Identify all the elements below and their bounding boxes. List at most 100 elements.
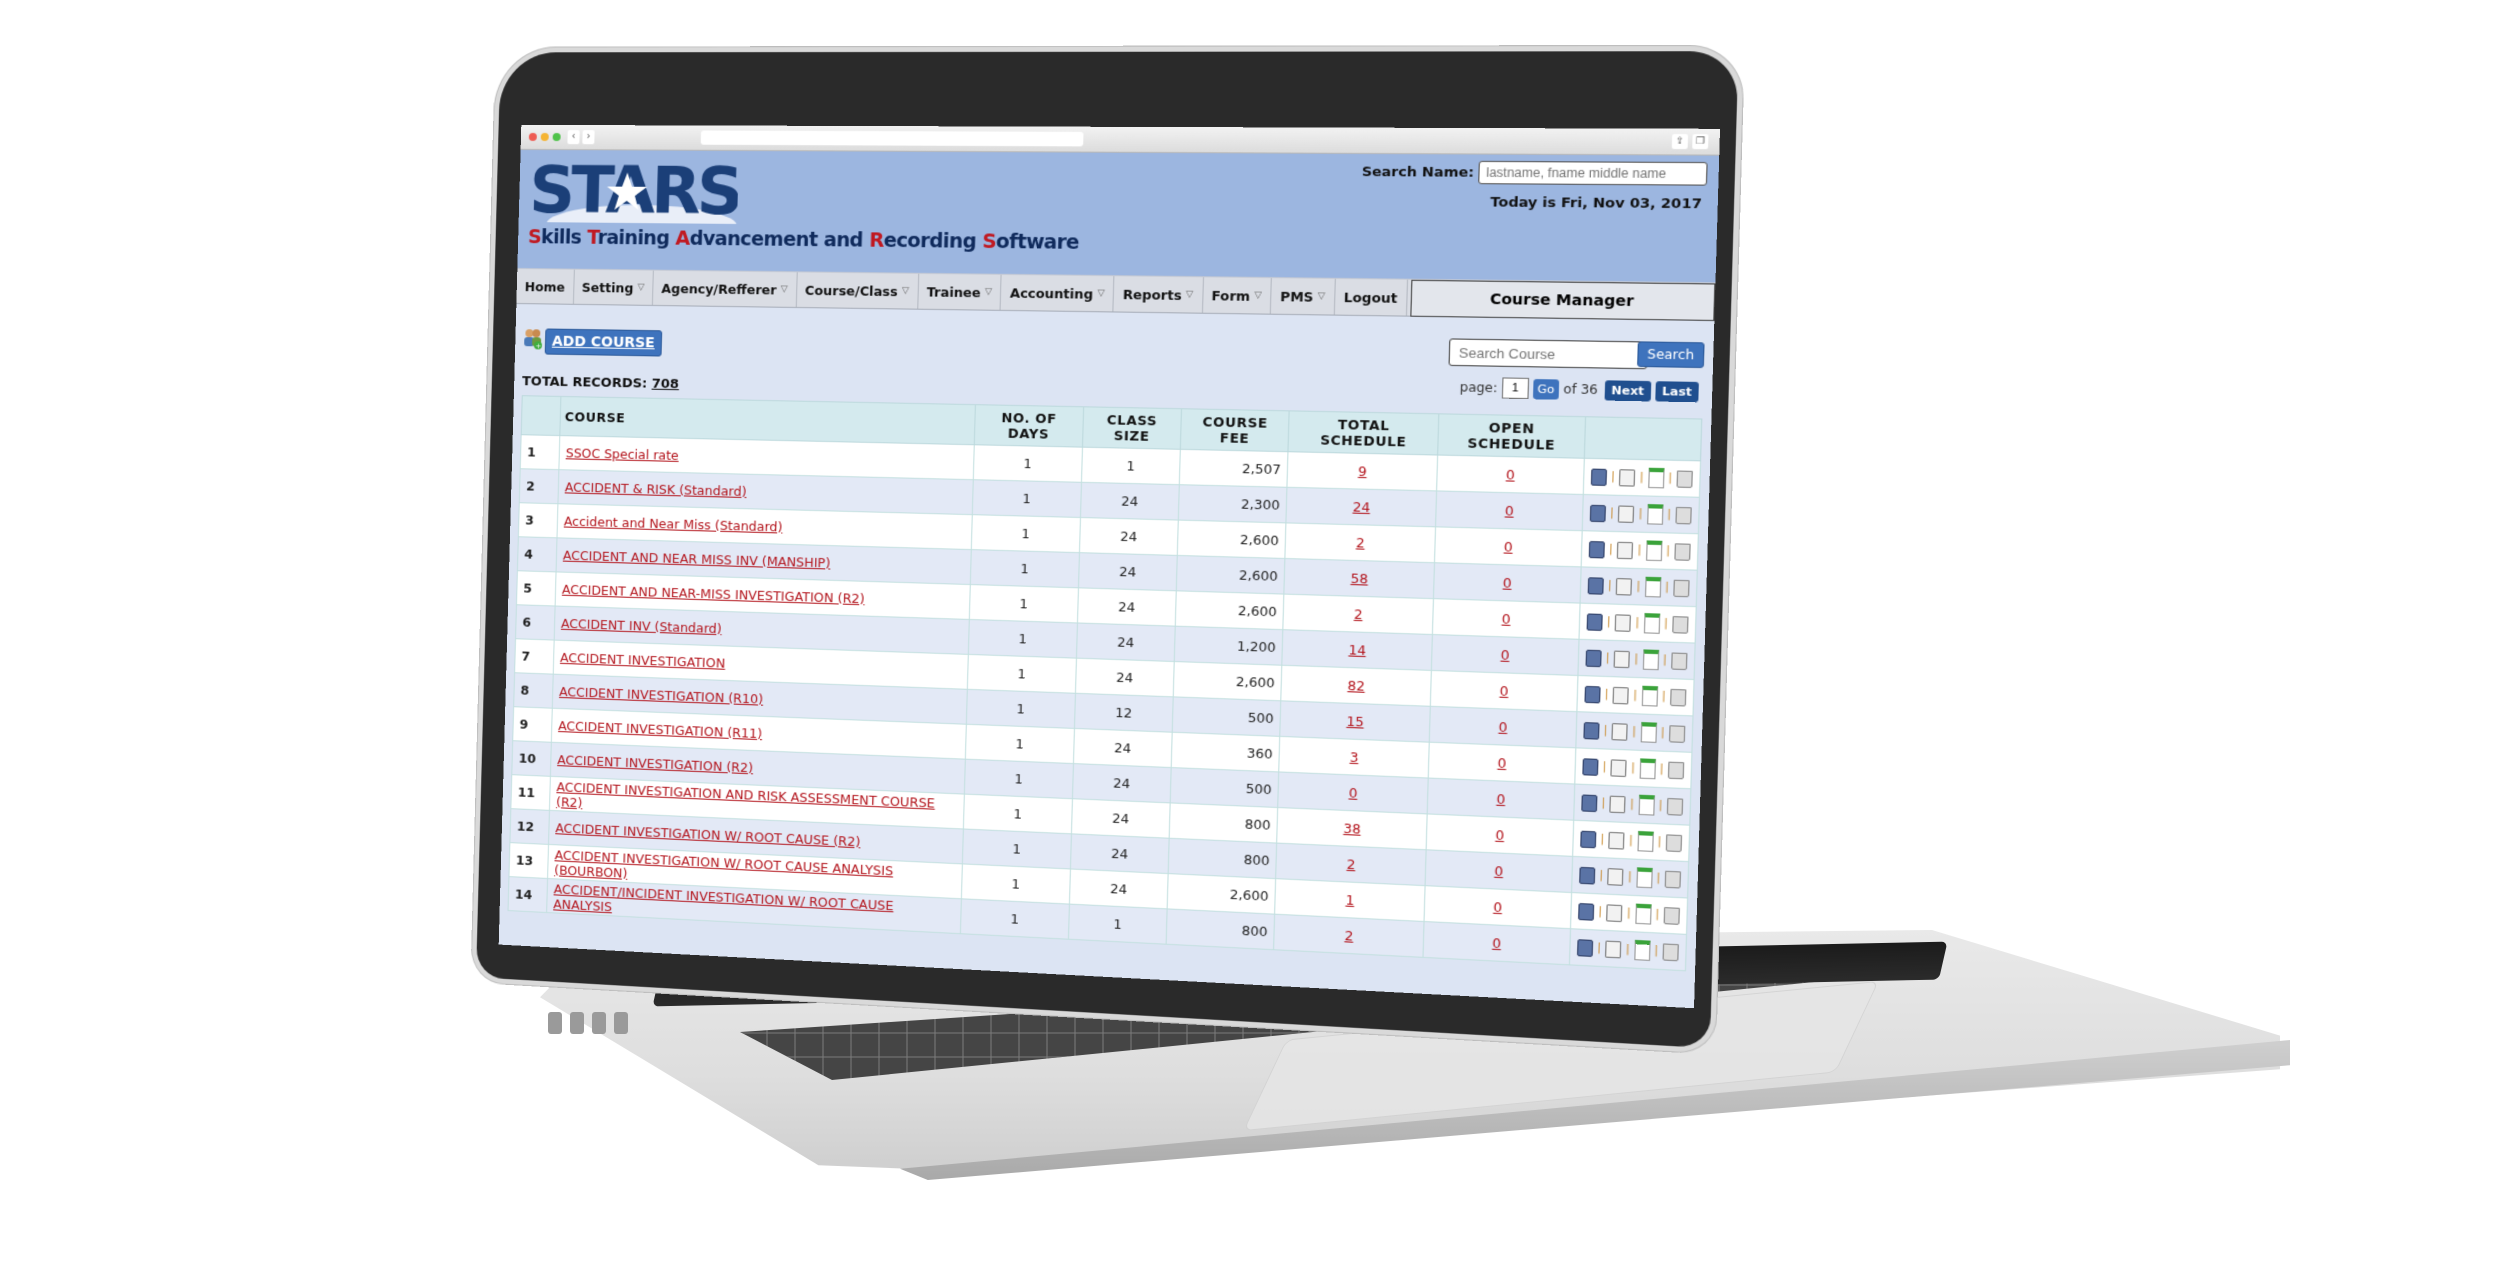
menu-item-trainee[interactable]: Trainee ▽ xyxy=(917,273,1003,310)
menu-item-agency-refferer[interactable]: Agency/Refferer ▽ xyxy=(652,270,798,307)
trash-icon[interactable] xyxy=(1670,688,1687,707)
print-icon[interactable] xyxy=(1611,722,1628,741)
menu-item-accounting[interactable]: Accounting ▽ xyxy=(1001,274,1115,312)
total-schedule-link[interactable]: 58 xyxy=(1350,570,1368,586)
open-schedule-link[interactable]: 0 xyxy=(1494,863,1503,879)
course-search-input[interactable] xyxy=(1448,338,1648,370)
page-number-input[interactable] xyxy=(1501,377,1529,400)
trash-icon[interactable] xyxy=(1663,906,1680,925)
schedule-icon[interactable] xyxy=(1640,722,1657,743)
share-icon[interactable]: ⇪ xyxy=(1671,134,1689,150)
edit-icon[interactable] xyxy=(1577,902,1595,921)
total-schedule-link[interactable]: 38 xyxy=(1343,820,1361,837)
course-link[interactable]: ACCIDENT AND NEAR MISS INV (MANSHIP) xyxy=(563,548,831,571)
total-schedule-link[interactable]: 2 xyxy=(1356,535,1365,551)
print-icon[interactable] xyxy=(1617,541,1634,559)
open-schedule-link[interactable]: 0 xyxy=(1506,467,1515,483)
col-days[interactable]: NO. OF DAYS xyxy=(974,404,1084,448)
trash-icon[interactable] xyxy=(1674,542,1691,561)
trash-icon[interactable] xyxy=(1676,469,1693,488)
trash-icon[interactable] xyxy=(1668,724,1686,743)
schedule-icon[interactable] xyxy=(1643,613,1660,634)
trash-icon[interactable] xyxy=(1662,942,1679,961)
add-course-button[interactable]: ADD COURSE xyxy=(544,328,663,357)
open-schedule-link[interactable]: 0 xyxy=(1496,791,1505,807)
schedule-icon[interactable] xyxy=(1641,685,1658,707)
col-total-schedule[interactable]: TOTAL SCHEDULE xyxy=(1288,410,1440,456)
course-link[interactable]: ACCIDENT AND NEAR-MISS INVESTIGATION (R2… xyxy=(562,582,865,607)
menu-item-form[interactable]: Form ▽ xyxy=(1202,277,1273,314)
minimize-window-icon[interactable] xyxy=(540,132,549,142)
course-link[interactable]: ACCIDENT INVESTIGATION W/ ROOT CAUSE (R2… xyxy=(555,820,860,849)
schedule-icon[interactable] xyxy=(1637,830,1654,852)
trash-icon[interactable] xyxy=(1672,615,1689,634)
last-page-button[interactable]: Last xyxy=(1654,380,1699,402)
edit-icon[interactable] xyxy=(1583,721,1600,740)
edit-icon[interactable] xyxy=(1578,866,1596,885)
print-icon[interactable] xyxy=(1610,758,1627,777)
maximize-window-icon[interactable] xyxy=(552,133,561,142)
schedule-icon[interactable] xyxy=(1646,504,1664,525)
open-schedule-link[interactable]: 0 xyxy=(1504,539,1513,555)
menu-item-setting[interactable]: Setting ▽ xyxy=(573,269,654,305)
edit-icon[interactable] xyxy=(1576,938,1594,957)
trash-icon[interactable] xyxy=(1665,833,1683,852)
schedule-icon[interactable] xyxy=(1642,649,1659,671)
total-schedule-link[interactable]: 1 xyxy=(1345,892,1354,908)
edit-icon[interactable] xyxy=(1589,504,1606,522)
total-schedule-link[interactable]: 2 xyxy=(1344,928,1353,944)
forward-icon[interactable]: › xyxy=(582,130,595,145)
open-schedule-link[interactable]: 0 xyxy=(1492,935,1501,951)
open-schedule-link[interactable]: 0 xyxy=(1495,827,1504,843)
edit-icon[interactable] xyxy=(1582,757,1599,776)
schedule-icon[interactable] xyxy=(1638,794,1655,816)
trash-icon[interactable] xyxy=(1666,797,1684,816)
course-link[interactable]: ACCIDENT & RISK (Standard) xyxy=(565,479,747,499)
menu-item-logout[interactable]: Logout xyxy=(1334,278,1408,316)
print-icon[interactable] xyxy=(1618,504,1635,523)
edit-icon[interactable] xyxy=(1588,540,1605,558)
total-schedule-link[interactable]: 14 xyxy=(1348,642,1366,658)
open-schedule-link[interactable]: 0 xyxy=(1501,611,1510,627)
open-schedule-link[interactable]: 0 xyxy=(1497,755,1506,771)
schedule-icon[interactable] xyxy=(1634,903,1652,925)
print-icon[interactable] xyxy=(1607,867,1624,886)
edit-icon[interactable] xyxy=(1585,649,1602,667)
open-schedule-link[interactable]: 0 xyxy=(1505,503,1514,519)
edit-icon[interactable] xyxy=(1580,830,1597,848)
print-icon[interactable] xyxy=(1609,795,1626,813)
menu-item-course-class[interactable]: Course/Class ▽ xyxy=(796,272,919,309)
close-window-icon[interactable] xyxy=(528,132,537,141)
edit-icon[interactable] xyxy=(1587,576,1604,595)
address-bar[interactable] xyxy=(700,130,1084,147)
print-icon[interactable] xyxy=(1606,903,1623,922)
trash-icon[interactable] xyxy=(1675,506,1692,524)
trash-icon[interactable] xyxy=(1664,870,1681,889)
course-link[interactable]: ACCIDENT INVESTIGATION (R11) xyxy=(558,718,762,741)
edit-icon[interactable] xyxy=(1581,793,1598,812)
schedule-icon[interactable] xyxy=(1644,576,1661,598)
col-open-schedule[interactable]: OPEN SCHEDULE xyxy=(1438,413,1586,459)
trash-icon[interactable] xyxy=(1673,579,1690,597)
print-icon[interactable] xyxy=(1605,940,1622,958)
course-link[interactable]: ACCIDENT INVESTIGATION (R2) xyxy=(557,752,753,775)
next-page-button[interactable]: Next xyxy=(1604,379,1652,401)
open-schedule-link[interactable]: 0 xyxy=(1500,647,1509,663)
menu-item-reports[interactable]: Reports ▽ xyxy=(1113,276,1204,313)
total-schedule-link[interactable]: 2 xyxy=(1354,606,1363,622)
col-class-size[interactable]: CLASS SIZE xyxy=(1082,406,1182,450)
schedule-icon[interactable] xyxy=(1635,867,1653,889)
total-schedule-link[interactable]: 15 xyxy=(1346,713,1364,729)
open-schedule-link[interactable]: 0 xyxy=(1493,899,1502,915)
trash-icon[interactable] xyxy=(1667,761,1685,779)
total-schedule-link[interactable]: 82 xyxy=(1347,678,1365,694)
edit-icon[interactable] xyxy=(1590,468,1607,486)
open-schedule-link[interactable]: 0 xyxy=(1498,719,1507,735)
schedule-icon[interactable] xyxy=(1645,540,1662,562)
total-records-count[interactable]: 708 xyxy=(652,377,680,393)
total-schedule-link[interactable]: 24 xyxy=(1352,499,1370,515)
total-schedule-link[interactable]: 0 xyxy=(1349,785,1358,801)
edit-icon[interactable] xyxy=(1586,612,1603,631)
search-button[interactable]: Search xyxy=(1636,341,1705,369)
course-link[interactable]: ACCIDENT INV (Standard) xyxy=(561,616,722,637)
